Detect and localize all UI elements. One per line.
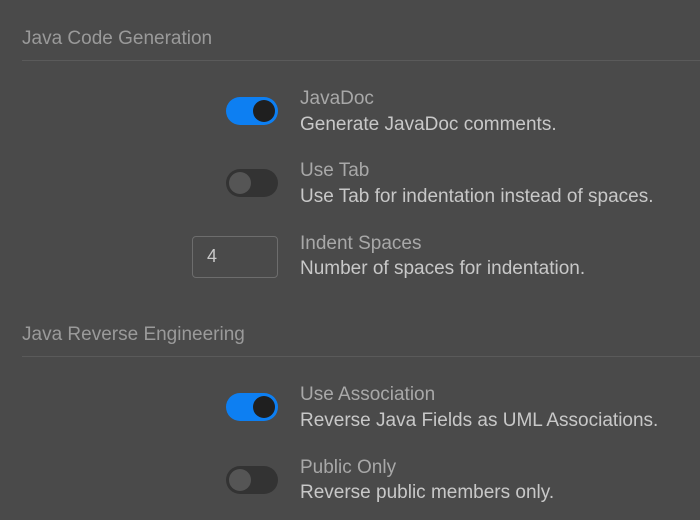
setting-indent-spaces: Indent Spaces Number of spaces for inden…	[0, 224, 700, 296]
setting-title: Use Association	[300, 383, 700, 408]
setting-desc: Generate JavaDoc comments.	[300, 113, 700, 138]
setting-title: Public Only	[300, 456, 700, 481]
toggle-knob	[229, 469, 251, 491]
section-header-codegen: Java Code Generation	[0, 0, 700, 60]
setting-title: Use Tab	[300, 159, 700, 184]
toggle-knob	[229, 172, 251, 194]
toggle-use-association[interactable]	[226, 393, 278, 421]
toggle-knob	[253, 396, 275, 418]
setting-javadoc: JavaDoc Generate JavaDoc comments.	[0, 79, 700, 151]
setting-desc: Reverse public members only.	[300, 481, 700, 506]
setting-public-only: Public Only Reverse public members only.	[0, 448, 700, 520]
setting-title: JavaDoc	[300, 87, 700, 112]
setting-desc: Reverse Java Fields as UML Associations.	[300, 409, 700, 434]
toggle-javadoc[interactable]	[226, 97, 278, 125]
setting-desc: Number of spaces for indentation.	[300, 257, 700, 282]
setting-use-association: Use Association Reverse Java Fields as U…	[0, 375, 700, 447]
divider	[22, 60, 700, 61]
section-header-reverse: Java Reverse Engineering	[0, 296, 700, 356]
settings-panel: Java Code Generation JavaDoc Generate Ja…	[0, 0, 700, 520]
setting-desc: Use Tab for indentation instead of space…	[300, 185, 700, 210]
toggle-knob	[253, 100, 275, 122]
toggle-usetab[interactable]	[226, 169, 278, 197]
setting-title: Indent Spaces	[300, 232, 700, 257]
indent-spaces-input[interactable]	[192, 236, 278, 278]
toggle-public-only[interactable]	[226, 466, 278, 494]
setting-usetab: Use Tab Use Tab for indentation instead …	[0, 151, 700, 223]
divider	[22, 356, 700, 357]
